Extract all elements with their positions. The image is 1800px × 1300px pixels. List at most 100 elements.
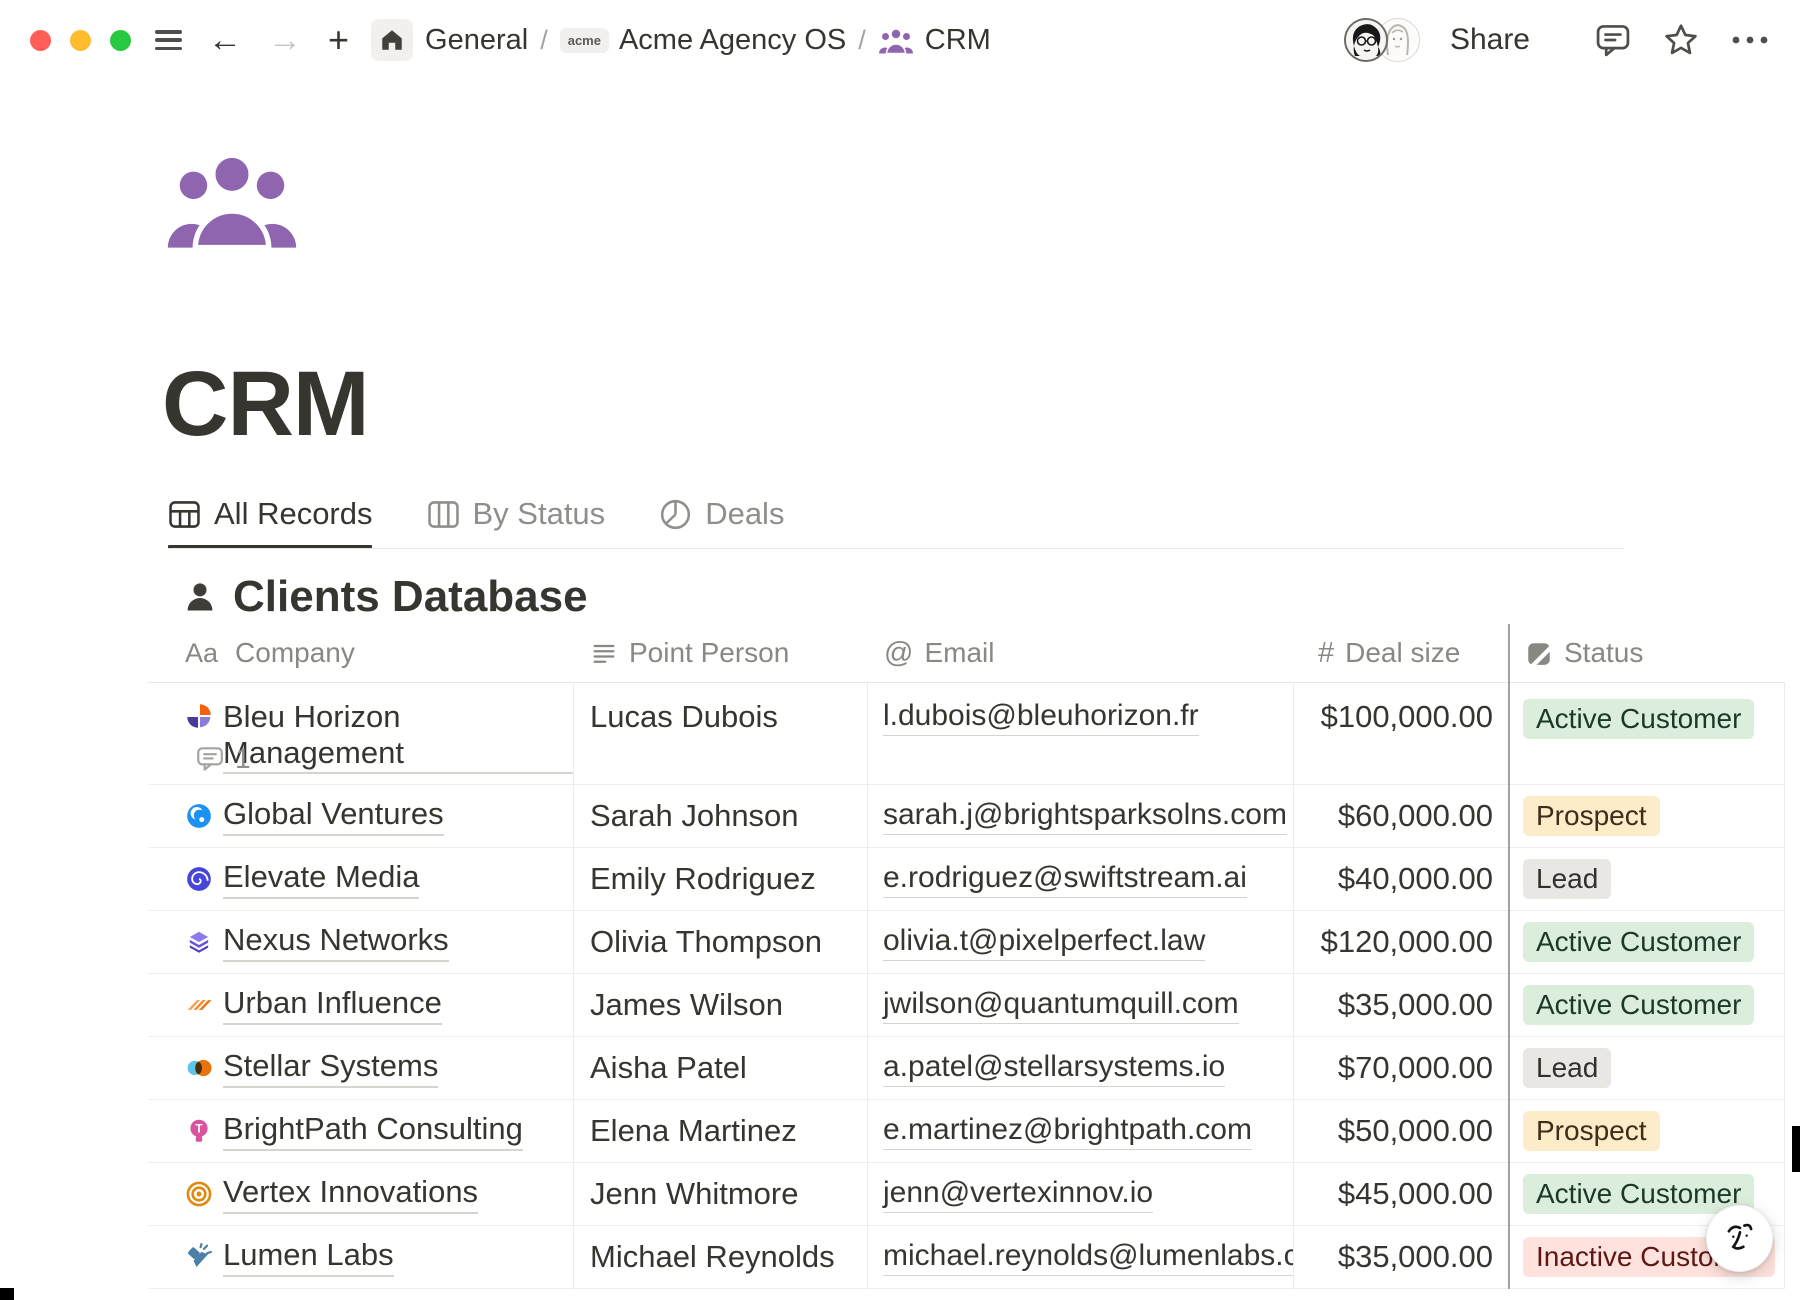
tab-all-records[interactable]: All Records <box>168 496 373 532</box>
company-cell[interactable]: Nexus Networks <box>148 911 573 973</box>
status-badge[interactable]: Prospect <box>1523 1111 1660 1151</box>
email-cell[interactable]: a.patel@stellarsystems.io <box>867 1037 1293 1099</box>
email-cell[interactable]: michael.reynolds@lumenlabs.com <box>867 1226 1293 1288</box>
email-cell[interactable]: e.martinez@brightpath.com <box>867 1100 1293 1162</box>
company-name-link[interactable]: Global Ventures <box>223 796 444 836</box>
point-person-cell[interactable]: Lucas Dubois <box>573 682 867 784</box>
table-row[interactable]: Global Ventures Sarah Johnson sarah.j@brig… <box>148 785 1785 848</box>
more-options-icon[interactable] <box>1730 34 1770 46</box>
table-row[interactable]: TBrightPath ConsultingElena Martinez e.ma… <box>148 1100 1785 1163</box>
email-link[interactable]: e.rodriguez@swiftstream.ai <box>883 861 1247 898</box>
status-badge[interactable]: Active Customer <box>1523 985 1754 1025</box>
email-link[interactable]: jwilson@quantumquill.com <box>883 987 1239 1024</box>
deal-size-cell[interactable]: $35,000.00 <box>1293 1226 1509 1288</box>
point-person-cell[interactable]: Michael Reynolds <box>573 1226 867 1288</box>
deal-size-cell[interactable]: $100,000.00 <box>1293 682 1509 784</box>
company-name-link[interactable]: Stellar Systems <box>223 1048 438 1088</box>
status-cell[interactable]: Lead <box>1509 1037 1785 1099</box>
email-cell[interactable]: sarah.j@brightsparksolns.com <box>867 785 1293 847</box>
status-badge[interactable]: Active Customer <box>1523 699 1754 739</box>
column-header-point-person[interactable]: Point Person <box>590 624 789 682</box>
ai-assistant-button[interactable] <box>1706 1205 1773 1272</box>
breadcrumb-crm[interactable]: CRM <box>925 24 991 57</box>
status-cell[interactable]: Lead <box>1509 848 1785 910</box>
company-cell[interactable]: Vertex Innovations <box>148 1163 573 1225</box>
company-name-link[interactable]: Vertex Innovations <box>223 1174 478 1214</box>
deal-size-cell[interactable]: $120,000.00 <box>1293 911 1509 973</box>
tab-deals[interactable]: Deals <box>659 496 784 532</box>
email-link[interactable]: olivia.t@pixelperfect.law <box>883 924 1205 961</box>
deal-size-cell[interactable]: $60,000.00 <box>1293 785 1509 847</box>
company-cell[interactable]: Lumen Labs <box>148 1226 573 1288</box>
status-cell[interactable]: Active Customer <box>1509 682 1785 784</box>
point-person-cell[interactable]: Aisha Patel <box>573 1037 867 1099</box>
status-badge[interactable]: Lead <box>1523 859 1611 899</box>
comment-count[interactable]: 1 <box>195 743 251 775</box>
email-link[interactable]: e.martinez@brightpath.com <box>883 1113 1252 1150</box>
email-link[interactable]: michael.reynolds@lumenlabs.com <box>883 1239 1293 1276</box>
company-cell[interactable]: Global Ventures <box>148 785 573 847</box>
forward-arrow-icon[interactable]: → <box>268 23 302 57</box>
company-name-link[interactable]: Bleu Horizon Management <box>223 699 573 774</box>
column-header-deal-size[interactable]: # Deal size <box>1318 624 1460 682</box>
company-name-link[interactable]: Nexus Networks <box>223 922 449 962</box>
company-cell[interactable]: Bleu Horizon Management1 <box>148 682 573 784</box>
table-row[interactable]: Vertex Innovations Jenn Whitmore jenn@vert… <box>148 1163 1785 1226</box>
email-link[interactable]: l.dubois@bleuhorizon.fr <box>883 699 1199 736</box>
maximize-window-button[interactable] <box>110 30 131 51</box>
point-person-cell[interactable]: Olivia Thompson <box>573 911 867 973</box>
tab-by-status[interactable]: By Status <box>427 496 606 532</box>
company-cell[interactable]: Elevate Media <box>148 848 573 910</box>
email-link[interactable]: jenn@vertexinnov.io <box>883 1176 1153 1213</box>
company-name-link[interactable]: Lumen Labs <box>223 1237 394 1277</box>
share-button[interactable]: Share <box>1450 23 1530 57</box>
status-badge[interactable]: Active Customer <box>1523 922 1754 962</box>
company-name-link[interactable]: Elevate Media <box>223 859 419 899</box>
status-column-divider[interactable] <box>1508 624 1510 1289</box>
status-cell[interactable]: Prospect <box>1509 785 1785 847</box>
table-row[interactable]: Elevate Media Emily Rodriguez e.rodriguez@… <box>148 848 1785 911</box>
column-header-email[interactable]: @ Email <box>884 624 994 682</box>
collaborator-avatars[interactable] <box>1344 18 1420 62</box>
column-header-status[interactable]: Status <box>1525 624 1643 682</box>
email-cell[interactable]: e.rodriguez@swiftstream.ai <box>867 848 1293 910</box>
company-name-link[interactable]: Urban Influence <box>223 985 442 1025</box>
favorite-star-icon[interactable] <box>1662 21 1700 59</box>
point-person-cell[interactable]: Emily Rodriguez <box>573 848 867 910</box>
close-window-button[interactable] <box>30 30 51 51</box>
point-person-cell[interactable]: Elena Martinez <box>573 1100 867 1162</box>
home-button[interactable] <box>371 19 413 61</box>
column-header-company[interactable]: Aa Company <box>185 624 355 682</box>
company-cell[interactable]: TBrightPath Consulting <box>148 1100 573 1162</box>
table-row[interactable]: Nexus Networks Olivia Thompson olivia.t@pi… <box>148 911 1785 974</box>
comments-icon[interactable] <box>1594 21 1632 59</box>
point-person-cell[interactable]: Jenn Whitmore <box>573 1163 867 1225</box>
company-cell[interactable]: Stellar Systems <box>148 1037 573 1099</box>
breadcrumb-general[interactable]: General <box>425 24 528 57</box>
breadcrumb-acme-agency-os[interactable]: Acme Agency OS <box>619 24 846 57</box>
email-link[interactable]: a.patel@stellarsystems.io <box>883 1050 1225 1087</box>
table-row[interactable]: Stellar Systems Aisha Patel a.patel@stella… <box>148 1037 1785 1100</box>
point-person-cell[interactable]: Sarah Johnson <box>573 785 867 847</box>
status-badge[interactable]: Prospect <box>1523 796 1660 836</box>
status-cell[interactable]: Active Customer <box>1509 974 1785 1036</box>
table-row[interactable]: Bleu Horizon Management1Lucas Duboisl.du… <box>148 682 1785 785</box>
deal-size-cell[interactable]: $40,000.00 <box>1293 848 1509 910</box>
new-page-icon[interactable]: + <box>328 19 349 61</box>
table-row[interactable]: Lumen Labs Michael Reynolds michael.reynol… <box>148 1226 1785 1289</box>
deal-size-cell[interactable]: $35,000.00 <box>1293 974 1509 1036</box>
email-link[interactable]: sarah.j@brightsparksolns.com <box>883 798 1287 835</box>
company-cell[interactable]: Urban Influence <box>148 974 573 1036</box>
deal-size-cell[interactable]: $45,000.00 <box>1293 1163 1509 1225</box>
page-icon-people[interactable] <box>166 152 298 253</box>
point-person-cell[interactable]: James Wilson <box>573 974 867 1036</box>
company-name-link[interactable]: BrightPath Consulting <box>223 1111 523 1151</box>
back-arrow-icon[interactable]: ← <box>208 23 242 57</box>
status-cell[interactable]: Prospect <box>1509 1100 1785 1162</box>
deal-size-cell[interactable]: $50,000.00 <box>1293 1100 1509 1162</box>
deal-size-cell[interactable]: $70,000.00 <box>1293 1037 1509 1099</box>
email-cell[interactable]: jenn@vertexinnov.io <box>867 1163 1293 1225</box>
status-cell[interactable]: Active Customer <box>1509 911 1785 973</box>
table-row[interactable]: Urban Influence James Wilson jwilson@quant… <box>148 974 1785 1037</box>
email-cell[interactable]: jwilson@quantumquill.com <box>867 974 1293 1036</box>
